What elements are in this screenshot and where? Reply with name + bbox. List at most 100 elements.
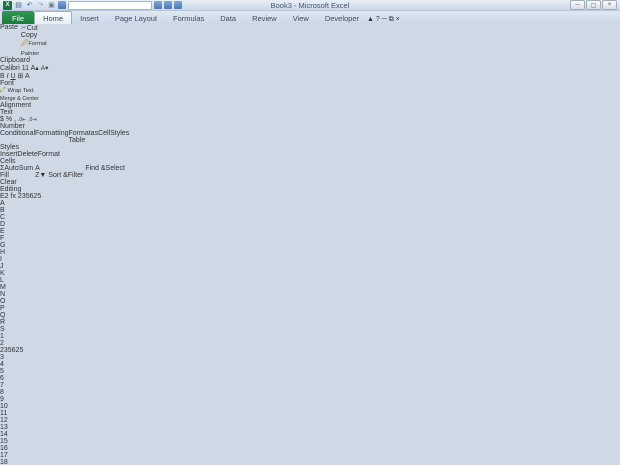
italic-button[interactable]: I (7, 73, 9, 80)
qat-customize-icon[interactable] (184, 1, 193, 10)
tab-file[interactable]: File (2, 11, 35, 24)
row-header-5[interactable]: 5 (0, 368, 620, 375)
font-family-combo[interactable]: Calibri (0, 65, 20, 72)
column-header-Q[interactable]: Q (0, 312, 30, 319)
print-preview-icon[interactable]: ▣ (47, 1, 56, 10)
qat-combo-box[interactable] (68, 0, 152, 10)
column-header-C[interactable]: C (0, 214, 31, 221)
row-header-12[interactable]: 12 (0, 417, 620, 424)
format-painter-button[interactable]: 🖉Format Painter (21, 39, 62, 57)
help-icon[interactable]: ? (376, 16, 380, 23)
fill-button[interactable]: Fill (0, 172, 33, 179)
row-header-4[interactable]: 4 (0, 361, 620, 368)
row-header-18[interactable]: 18 (0, 459, 620, 465)
column-header-A[interactable]: A (0, 200, 31, 207)
column-header-E[interactable]: E (0, 228, 47, 235)
row-header-13[interactable]: 13 (0, 424, 620, 431)
column-header-P[interactable]: P (0, 305, 30, 312)
column-header-R[interactable]: R (0, 319, 30, 326)
bold-button[interactable]: B (0, 73, 5, 80)
insert-cells-button[interactable]: Insert (0, 151, 18, 158)
column-header-G[interactable]: G (0, 242, 30, 249)
workbook-close-icon[interactable]: × (396, 16, 400, 23)
row-header-6[interactable]: 6 (0, 375, 620, 382)
column-header-J[interactable]: J (0, 263, 30, 270)
tab-page-layout[interactable]: Page Layout (107, 11, 165, 24)
font-color-icon[interactable]: A (25, 73, 30, 80)
row-header-7[interactable]: 7 (0, 382, 620, 389)
column-header-M[interactable]: M (0, 284, 30, 291)
minimize-button[interactable]: ─ (570, 0, 585, 10)
workbook-restore-icon[interactable]: ⧉ (389, 16, 394, 23)
column-header-K[interactable]: K (0, 270, 30, 277)
cut-button[interactable]: ✂Cut (21, 24, 62, 32)
accounting-format-icon[interactable]: $ (0, 116, 4, 123)
comma-style-icon[interactable]: , (14, 116, 16, 123)
wrap-text-button[interactable]: Wrap Text (8, 88, 34, 94)
undo-icon[interactable]: ↶ (25, 1, 34, 10)
orientation-icon[interactable]: ⤢ (0, 87, 6, 94)
active-cell-E2[interactable]: 235625 (0, 347, 47, 354)
percent-style-icon[interactable]: % (6, 116, 12, 123)
column-header-F[interactable]: F (0, 235, 30, 242)
tab-home[interactable]: Home (34, 11, 73, 24)
formula-bar: E2 fx 235625 (0, 193, 620, 200)
collapse-ribbon-icon[interactable]: ▲ (367, 16, 374, 23)
qat-addin-icon-1[interactable] (154, 1, 162, 9)
column-header-D[interactable]: D (0, 221, 31, 228)
row-header-2[interactable]: 2 (0, 340, 620, 347)
copy-button[interactable]: Copy (21, 32, 62, 39)
tab-developer[interactable]: Developer (317, 11, 367, 24)
workbook-minimize-icon[interactable]: ─ (382, 16, 387, 23)
row-header-1[interactable]: 1 (0, 333, 620, 340)
paste-button[interactable]: Paste (0, 24, 18, 57)
row-header-10[interactable]: 10 (0, 403, 620, 410)
grow-font-icon[interactable]: A▴ (31, 65, 39, 72)
number-format-combo[interactable]: Text (0, 109, 13, 116)
column-header-B[interactable]: B (0, 207, 31, 214)
delete-cells-button[interactable]: Delete (18, 151, 38, 158)
qat-addin-icon-3[interactable] (174, 1, 182, 9)
tab-data[interactable]: Data (212, 11, 244, 24)
clear-button[interactable]: Clear (0, 179, 33, 186)
redo-icon[interactable]: ↷ (36, 1, 45, 10)
column-header-S[interactable]: S (0, 326, 30, 333)
document-icon[interactable] (58, 1, 66, 9)
shrink-font-icon[interactable]: A▾ (41, 65, 49, 72)
row-header-3[interactable]: 3 (0, 354, 620, 361)
tab-view[interactable]: View (285, 11, 317, 24)
row-header-17[interactable]: 17 (0, 452, 620, 459)
find-select-button[interactable]: Find &Select (85, 165, 125, 186)
tab-formulas[interactable]: Formulas (165, 11, 212, 24)
decrease-decimal-icon[interactable]: .0⇥ (28, 117, 36, 123)
borders-icon[interactable]: ⊞ (18, 73, 24, 80)
cell-styles-button[interactable]: CellStyles (98, 130, 129, 144)
maximize-button[interactable]: ▢ (586, 0, 601, 10)
row-header-9[interactable]: 9 (0, 396, 620, 403)
underline-button[interactable]: U (11, 73, 16, 80)
row-header-11[interactable]: 11 (0, 410, 620, 417)
qat-addin-icon-2[interactable] (164, 1, 172, 9)
row-header-16[interactable]: 16 (0, 445, 620, 452)
row-header-8[interactable]: 8 (0, 389, 620, 396)
tab-insert[interactable]: Insert (72, 11, 107, 24)
conditional-formatting-button[interactable]: ConditionalFormatting (0, 130, 69, 144)
autosum-button[interactable]: ΣAutoSum (0, 165, 33, 172)
formula-input[interactable]: 235625 (18, 193, 41, 200)
tab-review[interactable]: Review (244, 11, 285, 24)
column-header-H[interactable]: H (0, 249, 30, 256)
save-icon[interactable]: ▤ (14, 1, 23, 10)
insert-function-icon[interactable]: fx (11, 193, 16, 200)
format-cells-button[interactable]: Format (38, 151, 60, 158)
column-header-O[interactable]: O (0, 298, 30, 305)
row-header-15[interactable]: 15 (0, 438, 620, 445)
column-header-N[interactable]: N (0, 291, 30, 298)
format-as-table-button[interactable]: Formatas Table (69, 130, 99, 144)
sort-filter-button[interactable]: A Z▼ Sort &Filter (35, 165, 83, 186)
row-header-14[interactable]: 14 (0, 431, 620, 438)
column-header-I[interactable]: I (0, 256, 30, 263)
name-box[interactable]: E2 (0, 193, 9, 200)
column-header-L[interactable]: L (0, 277, 30, 284)
font-size-combo[interactable]: 11 (22, 65, 29, 72)
close-button[interactable]: × (602, 0, 617, 10)
